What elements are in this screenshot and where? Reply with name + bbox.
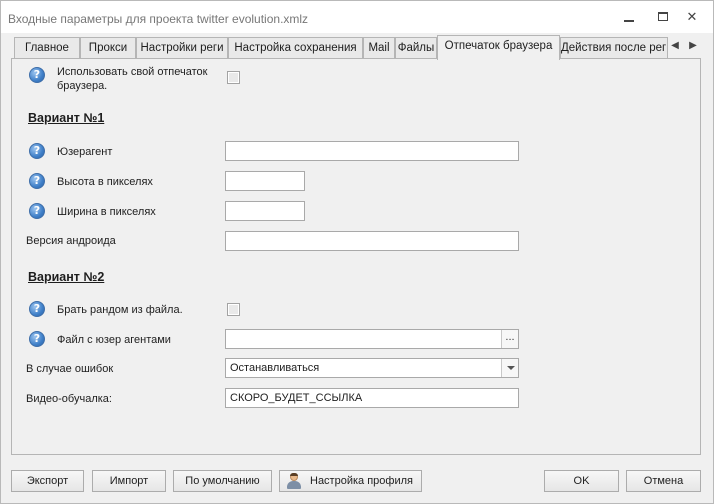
useragent-label: Юзерагент [57, 146, 113, 158]
width-label: Ширина в пикселях [57, 206, 156, 218]
maximize-button[interactable] [649, 7, 677, 27]
variant2-title: Вариант №2 [28, 270, 105, 284]
useragents-file-input[interactable]: ... [225, 329, 519, 349]
video-tutorial-input[interactable]: СКОРО_БУДЕТ_ССЫЛКА [225, 388, 519, 408]
cancel-button[interactable]: Отмена [626, 470, 701, 492]
ok-button[interactable]: OK [544, 470, 619, 492]
help-icon[interactable]: ? [29, 203, 45, 219]
height-input[interactable] [225, 171, 305, 191]
tab-save-settings[interactable]: Настройка сохранения [228, 37, 363, 59]
help-icon[interactable]: ? [29, 331, 45, 347]
profile-settings-label: Настройка профиля [310, 475, 413, 487]
tab-scroll-right-icon[interactable]: ▶ [687, 39, 699, 53]
tab-files[interactable]: Файлы [395, 37, 437, 59]
useragent-input[interactable] [225, 141, 519, 161]
help-icon[interactable]: ? [29, 143, 45, 159]
use-own-fingerprint-label-line1: Использовать свой отпечаток [57, 66, 208, 78]
tab-scroll-left-icon[interactable]: ◀ [669, 39, 681, 53]
width-input[interactable] [225, 201, 305, 221]
profile-settings-button[interactable]: Настройка профиля [279, 470, 422, 492]
chevron-down-icon[interactable] [501, 359, 518, 377]
random-from-file-label: Брать рандом из файла. [57, 304, 183, 316]
maximize-icon [658, 12, 668, 21]
android-version-label: Версия андроида [26, 235, 116, 247]
export-button[interactable]: Экспорт [11, 470, 84, 492]
tab-proxy[interactable]: Прокси [80, 37, 136, 59]
tab-browser-fingerprint[interactable]: Отпечаток браузера [437, 35, 560, 60]
height-label: Высота в пикселях [57, 176, 153, 188]
use-own-fingerprint-checkbox[interactable] [227, 71, 240, 84]
help-icon[interactable]: ? [29, 173, 45, 189]
on-error-select[interactable]: Останавливаться [225, 358, 519, 378]
minimize-button[interactable] [615, 7, 643, 27]
help-icon[interactable]: ? [29, 301, 45, 317]
variant1-title: Вариант №1 [28, 111, 105, 125]
title-bar[interactable]: Входные параметры для проекта twitter ev… [1, 1, 713, 33]
random-from-file-checkbox[interactable] [227, 303, 240, 316]
tab-mail[interactable]: Mail [363, 37, 395, 59]
close-icon: ✕ [686, 9, 698, 24]
minimize-icon [624, 20, 634, 22]
tab-content-panel: ? Использовать свой отпечаток браузера. … [11, 58, 701, 455]
useragents-file-label: Файл с юзер агентами [57, 334, 171, 346]
browse-button[interactable]: ... [501, 330, 518, 348]
tab-bar: Главное Прокси Настройки реги Настройка … [11, 35, 703, 60]
use-own-fingerprint-label-line2: браузера. [57, 80, 108, 92]
tab-after-registration[interactable]: Действия после реги [560, 37, 668, 59]
window-title: Входные параметры для проекта twitter ev… [8, 12, 309, 26]
user-icon [286, 473, 302, 489]
on-error-selected-value: Останавливаться [230, 362, 320, 374]
dialog-window: Входные параметры для проекта twitter ev… [0, 0, 714, 504]
close-button[interactable]: ✕ [678, 7, 706, 27]
tab-registration-settings[interactable]: Настройки реги [136, 37, 228, 59]
help-icon[interactable]: ? [29, 67, 45, 83]
defaults-button[interactable]: По умолчанию [173, 470, 272, 492]
tab-main[interactable]: Главное [14, 37, 80, 59]
video-tutorial-label: Видео-обучалка: [26, 393, 112, 405]
android-version-input[interactable] [225, 231, 519, 251]
on-error-label: В случае ошибок [26, 363, 114, 375]
import-button[interactable]: Импорт [92, 470, 166, 492]
